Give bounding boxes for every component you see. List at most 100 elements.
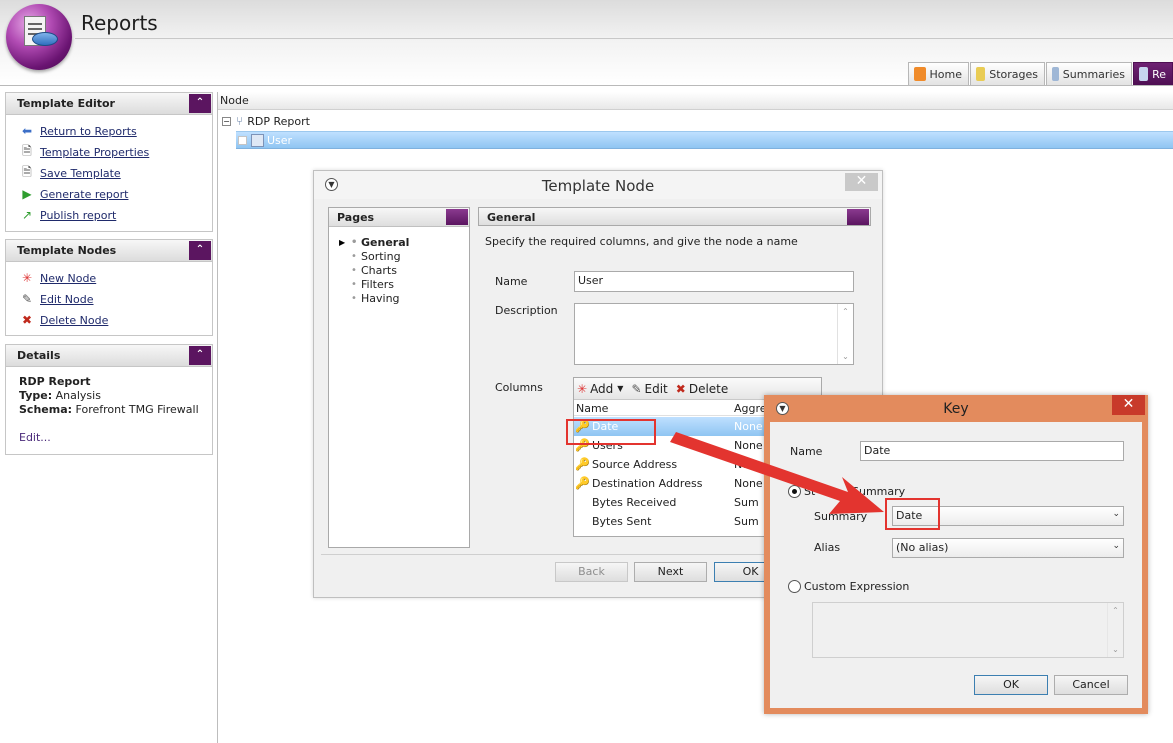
general-instructions: Specify the required columns, and give t… xyxy=(485,235,798,248)
general-header: General xyxy=(478,207,871,226)
tab-reports[interactable]: Re xyxy=(1133,62,1173,85)
details-report-name: RDP Report xyxy=(19,375,91,388)
page-having[interactable]: • Having xyxy=(339,292,400,305)
link-label: Generate report xyxy=(40,187,129,201)
pages-panel: Pages ▶ • General • Sorting • Charts • Fi… xyxy=(328,207,470,548)
add-label: Add xyxy=(590,381,614,396)
tab-home[interactable]: Home xyxy=(908,62,969,85)
panel-title: Details xyxy=(17,349,61,362)
bullet-icon: • xyxy=(351,279,357,290)
scroll-down-icon[interactable]: ⌄ xyxy=(1108,645,1123,654)
pages-title: Pages xyxy=(337,211,375,224)
column-aggregate: None xyxy=(734,477,763,490)
alias-value: (No alias) xyxy=(896,541,949,554)
publish-report-link[interactable]: ↗ Publish report xyxy=(19,207,116,223)
description-textarea[interactable]: ⌃ ⌄ xyxy=(574,303,854,365)
scroll-up-icon[interactable]: ⌃ xyxy=(838,307,853,316)
page-label: Having xyxy=(361,292,400,305)
current-page-marker-icon: ▶ xyxy=(339,238,346,247)
panel-header: Details ⌃ xyxy=(6,345,212,367)
add-column-button[interactable]: ✳ Add ▼ xyxy=(577,382,623,396)
back-button[interactable]: Back xyxy=(555,562,628,582)
link-label: Template Properties xyxy=(40,145,150,159)
date-row-highlight xyxy=(566,419,656,445)
key-ok-button[interactable]: OK xyxy=(974,675,1048,695)
tab-storages[interactable]: Storages xyxy=(970,62,1045,85)
key-dialog: Name Date St Summary Summary Date ⌄ Alia… xyxy=(764,395,1148,714)
chevron-down-icon: ⌄ xyxy=(1112,541,1120,551)
column-name: Bytes Received xyxy=(592,496,677,509)
details-type: Type: Analysis xyxy=(19,389,101,402)
reports-icon xyxy=(1139,67,1149,81)
expression-scrollbar[interactable]: ⌃ ⌄ xyxy=(1107,603,1123,657)
new-node-link[interactable]: ✳ New Node xyxy=(19,270,96,286)
return-to-reports-link[interactable]: ⬅ Return to Reports xyxy=(19,123,137,139)
column-name: Bytes Sent xyxy=(592,515,652,528)
edit-icon: ✎ xyxy=(21,292,33,306)
save-template-link[interactable]: 🗎 Save Template xyxy=(19,165,121,181)
edit-column-button[interactable]: ✎ Edit xyxy=(631,382,667,396)
page-filters[interactable]: • Filters xyxy=(339,278,394,291)
storages-icon xyxy=(976,67,986,81)
standard-summary-radio[interactable] xyxy=(788,485,801,498)
panel-title: Template Editor xyxy=(17,97,115,110)
template-properties-link[interactable]: 🗎 Template Properties xyxy=(19,144,149,160)
close-button[interactable]: ✕ xyxy=(1112,395,1145,415)
tab-summaries[interactable]: Summaries xyxy=(1046,62,1132,85)
custom-expression-textarea[interactable]: ⌃ ⌄ xyxy=(812,602,1124,658)
page-charts[interactable]: • Charts xyxy=(339,264,397,277)
edit-node-link[interactable]: ✎ Edit Node xyxy=(19,291,94,307)
details-panel: Details ⌃ RDP Report Type: Analysis Sche… xyxy=(5,344,213,455)
tree-node-label: User xyxy=(267,133,293,147)
node-checkbox[interactable] xyxy=(238,135,247,145)
standard-summary-label-start: St xyxy=(804,485,816,498)
details-edit-link[interactable]: Edit... xyxy=(19,431,51,444)
page-sorting[interactable]: • Sorting xyxy=(339,250,401,263)
save-icon: 🗎 xyxy=(22,164,32,179)
key-name-input[interactable]: Date xyxy=(860,441,1124,461)
aggregate-column-header[interactable]: Aggre xyxy=(734,402,767,415)
delete-column-button[interactable]: ✖ Delete xyxy=(676,382,729,396)
next-button[interactable]: Next xyxy=(634,562,707,582)
delete-icon: ✖ xyxy=(21,313,33,327)
collapse-tree-icon[interactable]: − xyxy=(222,116,231,126)
column-aggregate: Sum xyxy=(734,496,759,509)
edit-label: Edit xyxy=(644,381,668,396)
app-title: Reports xyxy=(81,11,158,35)
collapse-icon[interactable]: ⌃ xyxy=(189,94,211,113)
header-divider xyxy=(75,38,1173,39)
custom-expression-radio[interactable] xyxy=(788,580,801,593)
general-header-bar xyxy=(847,209,869,225)
page-label: Filters xyxy=(361,278,394,291)
vertical-divider xyxy=(217,92,218,743)
name-column-header[interactable]: Name xyxy=(576,402,608,415)
close-button[interactable]: ✕ xyxy=(845,173,878,191)
delete-icon: ✖ xyxy=(675,381,686,396)
hierarchy-icon: ⑂ xyxy=(236,114,244,128)
panel-title: Template Nodes xyxy=(17,244,117,257)
collapse-icon[interactable]: ⌃ xyxy=(189,241,211,260)
delete-node-link[interactable]: ✖ Delete Node xyxy=(19,312,108,328)
name-input[interactable]: User xyxy=(574,271,854,292)
bullet-icon: • xyxy=(351,293,357,304)
collapse-icon[interactable]: ⌃ xyxy=(189,346,211,365)
key-dialog-title: Key xyxy=(943,401,969,417)
scroll-up-icon[interactable]: ⌃ xyxy=(1108,606,1123,615)
key-name-label: Name xyxy=(790,445,823,458)
dropdown-arrow-icon[interactable]: ▼ xyxy=(617,384,623,393)
description-scrollbar[interactable]: ⌃ ⌄ xyxy=(837,304,853,364)
pages-header-bar xyxy=(446,209,468,225)
page-general[interactable]: ▶ • General xyxy=(339,236,409,249)
home-icon xyxy=(914,67,926,81)
scroll-down-icon[interactable]: ⌄ xyxy=(838,352,853,361)
tree-node-user[interactable]: User xyxy=(236,131,1173,149)
template-nodes-panel: Template Nodes ⌃ ✳ New Node ✎ Edit Node … xyxy=(5,239,213,336)
name-label: Name xyxy=(495,275,528,288)
key-cancel-button[interactable]: Cancel xyxy=(1054,675,1128,695)
generate-report-link[interactable]: ▶ Generate report xyxy=(19,186,128,202)
tree-root-node[interactable]: − ⑂ RDP Report xyxy=(222,114,310,128)
tree-node-label: RDP Report xyxy=(247,114,310,128)
page-label: Sorting xyxy=(361,250,401,263)
column-aggregate: None xyxy=(734,439,763,452)
alias-select[interactable]: (No alias) ⌄ xyxy=(892,538,1124,558)
